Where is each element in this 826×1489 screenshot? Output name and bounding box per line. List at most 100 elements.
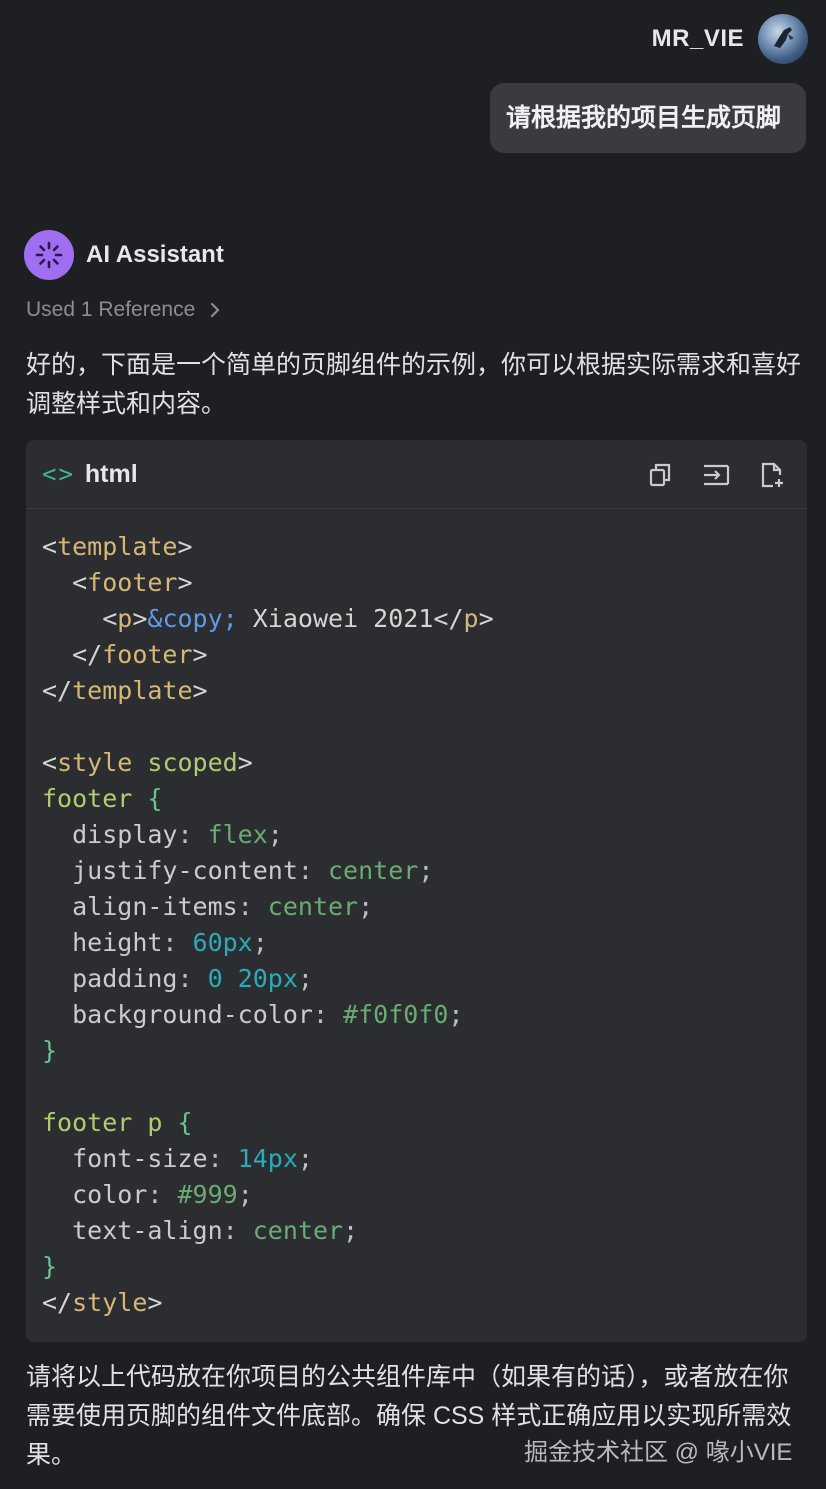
assistant-header: AI Assistant — [24, 230, 224, 280]
code-token: 0 — [207, 964, 223, 993]
code-token: ; — [358, 892, 374, 921]
code-token: footer — [42, 784, 133, 813]
user-header: MR_VIE — [652, 14, 808, 64]
code-token: < — [42, 532, 58, 561]
code-line: color: #999; — [42, 1177, 791, 1213]
code-token: > — [177, 568, 193, 597]
code-token: flex — [207, 820, 268, 849]
code-line: </style> — [42, 1285, 791, 1321]
assistant-avatar — [24, 230, 74, 280]
assistant-intro-text: 好的，下面是一个简单的页脚组件的示例，你可以根据实际需求和喜好调整样式和内容。 — [26, 351, 802, 418]
code-line: justify-content: center; — [42, 853, 791, 889]
code-token: template — [72, 676, 193, 705]
ai-sparkle-icon — [35, 241, 63, 269]
copy-icon[interactable] — [645, 460, 675, 490]
code-token: background-color — [72, 1000, 313, 1029]
code-token: > — [192, 640, 208, 669]
code-token: < — [102, 604, 118, 633]
code-line: <p>&copy; Xiaowei 2021</p> — [42, 601, 791, 637]
code-line: text-align: center; — [42, 1213, 791, 1249]
user-avatar[interactable] — [758, 14, 808, 64]
code-token: ; — [252, 928, 268, 957]
code-token: p — [117, 604, 133, 633]
code-token: : — [207, 1144, 238, 1173]
code-token: ; — [448, 1000, 464, 1029]
code-token: > — [478, 604, 494, 633]
code-token: 14px — [237, 1144, 298, 1173]
code-token: height — [72, 928, 163, 957]
code-token: style — [57, 748, 133, 777]
code-line: <style scoped> — [42, 745, 791, 781]
code-token: > — [237, 748, 253, 777]
code-token: } — [42, 1036, 58, 1065]
watermark: 掘金技术社区 @ 喙小VIE — [524, 1439, 793, 1466]
code-icon: <> — [42, 460, 75, 488]
code-actions — [645, 460, 787, 490]
code-token: > — [132, 604, 148, 633]
code-token: ; — [418, 856, 434, 885]
code-token: ; — [297, 964, 313, 993]
code-token: </ — [42, 676, 73, 705]
code-token: template — [57, 532, 178, 561]
code-token: { — [147, 784, 163, 813]
code-token: footer p — [42, 1108, 163, 1137]
code-token: > — [177, 532, 193, 561]
code-token: footer — [102, 640, 193, 669]
code-line: height: 60px; — [42, 925, 791, 961]
code-token: { — [177, 1108, 193, 1137]
code-content[interactable]: <template> <footer> <p>&copy; Xiaowei 20… — [26, 509, 807, 1321]
code-line: </footer> — [42, 637, 791, 673]
code-token: < — [72, 568, 88, 597]
bird-icon — [774, 27, 794, 48]
code-token: justify-content — [72, 856, 298, 885]
user-message-bubble: 请根据我的项目生成页脚 — [490, 83, 806, 153]
code-token: style — [72, 1288, 148, 1317]
code-token: : — [237, 892, 268, 921]
code-line: } — [42, 1249, 791, 1285]
code-token: ; — [297, 1144, 313, 1173]
new-file-icon[interactable] — [757, 460, 787, 490]
chevron-right-icon — [211, 302, 220, 318]
reference-label: Used 1 Reference — [26, 298, 196, 321]
code-token: : — [177, 964, 208, 993]
code-line: </template> — [42, 673, 791, 709]
insert-icon[interactable] — [701, 460, 731, 490]
code-line: footer p { — [42, 1105, 791, 1141]
code-token: > — [192, 676, 208, 705]
code-token: scoped — [147, 748, 238, 777]
references-toggle[interactable]: Used 1 Reference — [26, 298, 221, 322]
code-line: font-size: 14px; — [42, 1141, 791, 1177]
code-block-header: <> html — [26, 440, 807, 509]
code-token: font-size — [72, 1144, 208, 1173]
code-token: 60px — [192, 928, 253, 957]
code-line: footer { — [42, 781, 791, 817]
code-token: } — [42, 1252, 58, 1281]
code-token: color — [72, 1180, 148, 1209]
code-token: p — [463, 604, 479, 633]
code-token: ; — [237, 1180, 253, 1209]
code-line: } — [42, 1033, 791, 1069]
code-token: ; — [343, 1216, 359, 1245]
code-line: align-items: center; — [42, 889, 791, 925]
code-token: display — [72, 820, 178, 849]
code-token: align-items — [72, 892, 238, 921]
code-line: padding: 0 20px; — [42, 961, 791, 997]
code-token: > — [147, 1288, 163, 1317]
code-token: #f0f0f0 — [343, 1000, 449, 1029]
code-token: : — [312, 1000, 344, 1029]
code-token: : — [147, 1180, 178, 1209]
code-token: : — [297, 856, 328, 885]
code-line: display: flex; — [42, 817, 791, 853]
code-block: <> html <template> <footer> <p>&copy; Xi… — [26, 440, 807, 1342]
user-name: MR_VIE — [651, 25, 744, 52]
code-token: </ — [433, 604, 464, 633]
